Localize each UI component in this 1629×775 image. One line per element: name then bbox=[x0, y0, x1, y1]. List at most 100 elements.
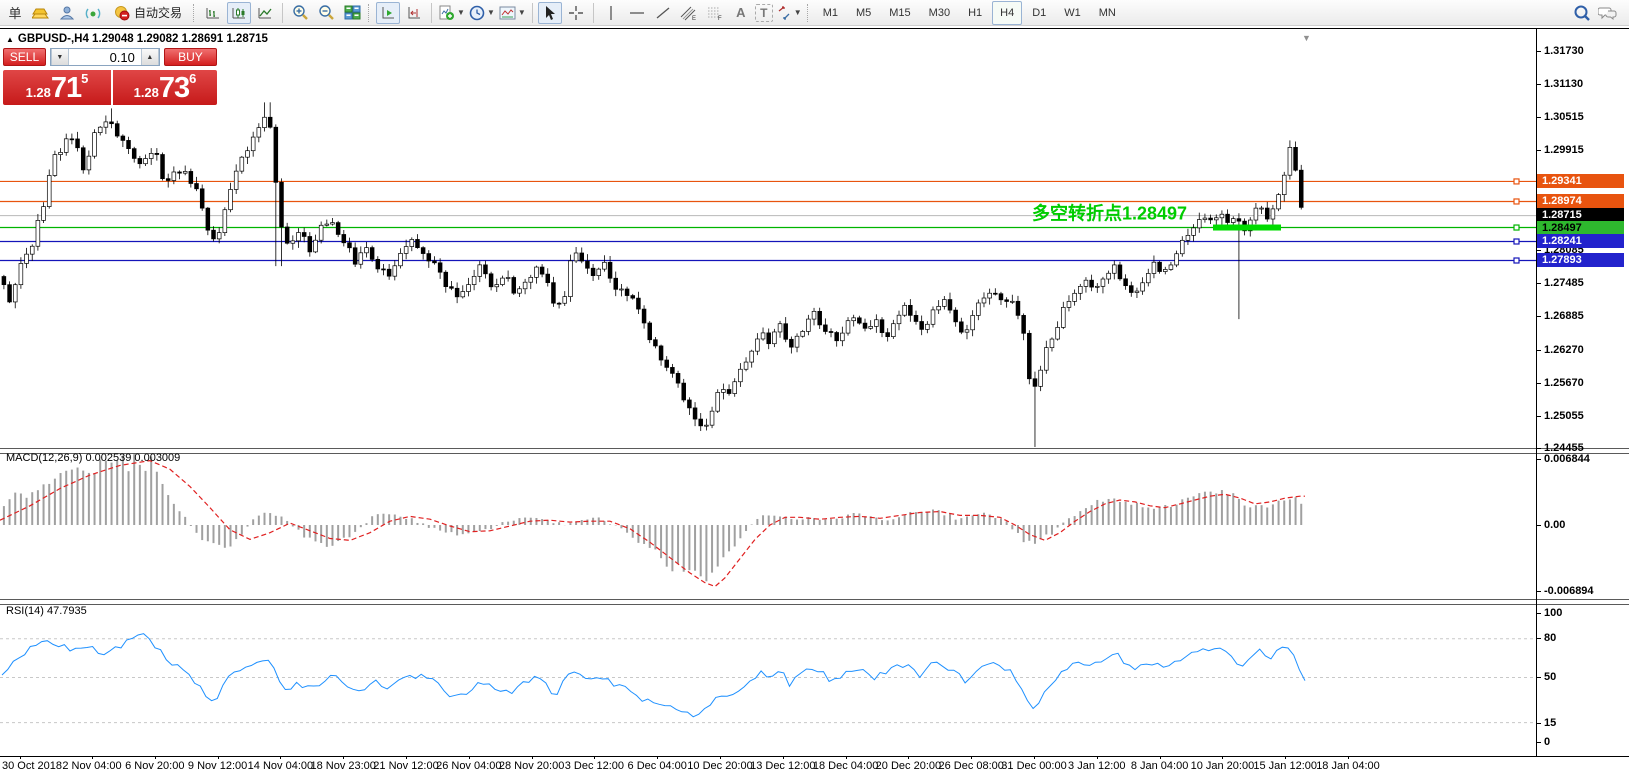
svg-text:F: F bbox=[718, 16, 722, 21]
price-tick bbox=[1537, 117, 1541, 118]
channel-icon[interactable]: E bbox=[677, 2, 701, 24]
timeframe-M5[interactable]: M5 bbox=[848, 1, 879, 25]
timeframe-H1[interactable]: H1 bbox=[960, 1, 990, 25]
panel-separator[interactable] bbox=[0, 448, 1629, 454]
time-label: 3 Jan 12:00 bbox=[1068, 760, 1126, 772]
time-axis[interactable]: 30 Oct 20182 Nov 04:006 Nov 20:009 Nov 1… bbox=[0, 758, 1629, 775]
horizontal-line-icon[interactable] bbox=[625, 2, 649, 24]
templates-icon[interactable]: ▼ bbox=[498, 2, 527, 24]
volume-down-button[interactable]: ▼ bbox=[51, 49, 69, 65]
macd-tick bbox=[1537, 591, 1541, 592]
price-tick-label: 1.31130 bbox=[1544, 78, 1583, 90]
time-tick bbox=[657, 756, 658, 759]
vertical-line-icon[interactable] bbox=[599, 2, 623, 24]
time-label: 20 Dec 20:00 bbox=[876, 760, 941, 772]
time-label: 10 Jan 20:00 bbox=[1191, 760, 1255, 772]
rsi-tick-label: 15 bbox=[1544, 717, 1556, 729]
rsi-tick-label: 0 bbox=[1544, 736, 1550, 748]
price-line-label: 1.28974 bbox=[1537, 194, 1624, 208]
timeframe-D1[interactable]: D1 bbox=[1024, 1, 1054, 25]
zoom-in-icon[interactable] bbox=[288, 2, 312, 24]
one-click-trade-panel: SELL ▼ ▲ BUY 1.28715 1.28736 bbox=[3, 48, 217, 105]
collapse-panel-icon[interactable]: ▲ bbox=[6, 35, 14, 44]
chart-canvas[interactable]: 多空转折点1.28497 ▼ bbox=[0, 29, 1536, 756]
price-line-label: 1.28497 bbox=[1537, 221, 1624, 235]
price-tick bbox=[1537, 283, 1541, 284]
crosshair-icon[interactable] bbox=[564, 2, 588, 24]
chart-shift-marker[interactable]: ▼ bbox=[1302, 33, 1311, 43]
time-label: 21 Nov 12:00 bbox=[373, 760, 438, 772]
price-line-label: 1.28241 bbox=[1537, 234, 1624, 248]
rsi-tick bbox=[1537, 723, 1541, 724]
gold-icon[interactable] bbox=[29, 2, 53, 24]
buy-button[interactable]: BUY bbox=[164, 48, 217, 66]
macd-label: MACD(12,26,9) 0.002539 0.003009 bbox=[6, 452, 180, 464]
sell-quote[interactable]: 1.28715 bbox=[3, 70, 111, 105]
time-tick bbox=[1222, 756, 1223, 759]
rsi-tick bbox=[1537, 613, 1541, 614]
time-label: 30 Oct 2018 bbox=[2, 760, 62, 772]
time-tick bbox=[1285, 756, 1286, 759]
price-axis[interactable]: 1.317301.311301.305151.299151.280851.274… bbox=[1537, 29, 1629, 756]
line-chart-icon[interactable] bbox=[253, 2, 277, 24]
periods-icon[interactable]: ▼ bbox=[468, 2, 496, 24]
price-tick bbox=[1537, 383, 1541, 384]
timeframe-M30[interactable]: M30 bbox=[921, 1, 958, 25]
time-tick bbox=[343, 756, 344, 759]
volume-up-button[interactable]: ▲ bbox=[141, 49, 159, 65]
price-tick bbox=[1537, 350, 1541, 351]
time-label: 18 Nov 23:00 bbox=[310, 760, 375, 772]
time-label: 13 Dec 12:00 bbox=[750, 760, 815, 772]
time-tick bbox=[1097, 756, 1098, 759]
time-tick bbox=[469, 756, 470, 759]
zoom-out-icon[interactable] bbox=[314, 2, 338, 24]
timeframe-MN[interactable]: MN bbox=[1091, 1, 1124, 25]
time-label: 8 Jan 04:00 bbox=[1131, 760, 1189, 772]
text-icon[interactable]: A bbox=[729, 2, 753, 24]
volume-input[interactable] bbox=[69, 49, 141, 65]
tile-windows-icon[interactable] bbox=[340, 2, 364, 24]
chat-icon[interactable] bbox=[1596, 2, 1620, 24]
trendline-icon[interactable] bbox=[651, 2, 675, 24]
macd-tick bbox=[1537, 525, 1541, 526]
time-tick bbox=[971, 756, 972, 759]
timeframe-W1[interactable]: W1 bbox=[1056, 1, 1089, 25]
search-icon[interactable] bbox=[1570, 2, 1594, 24]
time-label: 28 Nov 20:00 bbox=[499, 760, 564, 772]
time-label: 18 Dec 04:00 bbox=[813, 760, 878, 772]
autotrade-button[interactable]: 自动交易 bbox=[107, 2, 189, 24]
price-line-label: 1.29341 bbox=[1537, 174, 1624, 188]
indicators-icon[interactable]: ▼ bbox=[437, 2, 466, 24]
sell-button[interactable]: SELL bbox=[3, 48, 46, 66]
time-label: 31 Dec 00:00 bbox=[1001, 760, 1066, 772]
panel-separator[interactable] bbox=[0, 599, 1629, 605]
price-tick-label: 1.29915 bbox=[1544, 144, 1584, 156]
timeframe-M1[interactable]: M1 bbox=[815, 1, 846, 25]
chart-shift-icon[interactable] bbox=[402, 2, 426, 24]
time-tick bbox=[908, 756, 909, 759]
cursor-icon[interactable] bbox=[538, 2, 562, 24]
candlestick-icon[interactable] bbox=[227, 2, 251, 24]
rsi-tick-label: 100 bbox=[1544, 607, 1562, 619]
timeframe-M15[interactable]: M15 bbox=[881, 1, 918, 25]
bar-chart-icon[interactable] bbox=[201, 2, 225, 24]
price-tick-label: 1.31730 bbox=[1544, 45, 1584, 57]
profile-icon[interactable] bbox=[55, 2, 79, 24]
time-label: 9 Nov 12:00 bbox=[188, 760, 247, 772]
new-order-button[interactable]: 单 bbox=[3, 2, 27, 24]
time-tick bbox=[846, 756, 847, 759]
price-tick bbox=[1537, 250, 1541, 251]
symbol-title: ▲GBPUSD-,H4 1.29048 1.29082 1.28691 1.28… bbox=[6, 33, 268, 45]
signal-icon[interactable] bbox=[81, 2, 105, 24]
price-tick bbox=[1537, 150, 1541, 151]
time-tick bbox=[532, 756, 533, 759]
fibonacci-icon[interactable]: F bbox=[703, 2, 727, 24]
annotation-text[interactable]: 多空转折点1.28497 bbox=[1032, 203, 1187, 224]
arrows-icon[interactable]: ▼ bbox=[775, 2, 803, 24]
time-label: 26 Nov 04:00 bbox=[436, 760, 501, 772]
buy-quote[interactable]: 1.28736 bbox=[113, 70, 217, 105]
timeframe-H4[interactable]: H4 bbox=[992, 1, 1022, 25]
mt4-window: 单 自动交易 ▼ ▼ ▼ E F A T ▼ M1M bbox=[0, 0, 1629, 775]
textlabel-icon[interactable]: T bbox=[755, 4, 773, 22]
autoscroll-icon[interactable] bbox=[376, 2, 400, 24]
